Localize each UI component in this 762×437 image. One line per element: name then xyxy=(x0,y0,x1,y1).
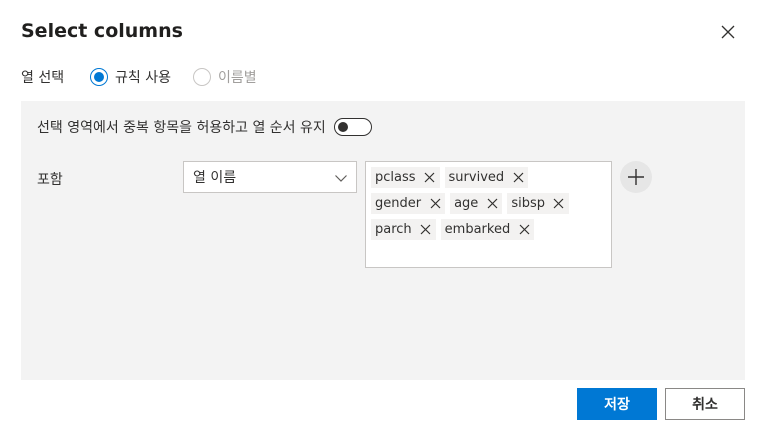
rules-panel: 선택 영역에서 중복 항목을 허용하고 열 순서 유지 포함 열 이름 pcla… xyxy=(21,101,745,380)
remove-tag-button[interactable] xyxy=(512,172,524,184)
allow-duplicates-row: 선택 영역에서 중복 항목을 허용하고 열 순서 유지 xyxy=(37,117,372,137)
criteria-dropdown-value: 열 이름 xyxy=(193,170,237,186)
radio-button-by-name[interactable] xyxy=(192,68,211,86)
column-select-row: 열 선택 규칙 사용 이름별 xyxy=(21,66,279,88)
close-icon xyxy=(721,25,735,39)
tag-list: pclass survived gender age sibsp parch embarke… xyxy=(371,165,606,243)
column-tag-label: parch xyxy=(375,222,412,237)
column-tag: age xyxy=(450,193,503,214)
include-label: 포함 xyxy=(37,172,63,188)
close-icon xyxy=(424,172,435,183)
select-columns-dialog: Select columns 열 선택 규칙 사용 이름별 선택 영역에서 중복… xyxy=(0,0,762,437)
cancel-button[interactable]: 취소 xyxy=(665,388,745,420)
close-icon xyxy=(420,224,431,235)
add-rule-button[interactable] xyxy=(620,161,652,193)
column-tag: gender xyxy=(371,193,446,214)
allow-duplicates-label: 선택 영역에서 중복 항목을 허용하고 열 순서 유지 xyxy=(37,120,326,136)
chevron-down-icon xyxy=(335,175,347,182)
column-tag-label: survived xyxy=(448,170,505,185)
close-icon xyxy=(487,198,498,209)
column-tag-label: embarked xyxy=(444,222,511,237)
column-tag: parch xyxy=(371,219,436,240)
plus-icon xyxy=(628,169,644,185)
column-tag-label: age xyxy=(454,196,479,211)
radio-use-rules-label: 규칙 사용 xyxy=(115,70,171,86)
save-button[interactable]: 저장 xyxy=(577,388,657,420)
column-tag-label: sibsp xyxy=(511,196,545,211)
close-icon xyxy=(554,198,564,209)
remove-tag-button[interactable] xyxy=(486,198,498,210)
remove-tag-button[interactable] xyxy=(518,224,530,236)
remove-tag-button[interactable] xyxy=(553,198,565,210)
remove-tag-button[interactable] xyxy=(424,172,436,184)
radio-use-rules[interactable]: 규칙 사용 xyxy=(90,67,171,87)
allow-duplicates-toggle[interactable] xyxy=(333,118,372,136)
criteria-dropdown[interactable]: 열 이름 xyxy=(183,161,357,193)
column-tag-picker[interactable]: pclass survived gender age sibsp parch embarke… xyxy=(365,161,612,268)
radio-by-name-label: 이름별 xyxy=(217,70,257,86)
radio-selected-dot xyxy=(94,72,104,82)
radio-by-name[interactable]: 이름별 xyxy=(192,67,257,87)
close-icon xyxy=(513,172,524,183)
column-tag-label: pclass xyxy=(375,170,416,185)
dialog-title: Select columns xyxy=(21,20,183,42)
column-tag-label: gender xyxy=(375,196,422,211)
column-tag: sibsp xyxy=(507,193,569,214)
toggle-knob xyxy=(337,122,348,132)
column-tag: survived xyxy=(444,167,529,188)
column-tag: pclass xyxy=(371,167,440,188)
radio-button-use-rules[interactable] xyxy=(90,68,108,86)
remove-tag-button[interactable] xyxy=(420,224,432,236)
close-icon xyxy=(430,198,441,209)
close-button[interactable] xyxy=(717,21,739,43)
column-select-label: 열 선택 xyxy=(21,70,65,86)
remove-tag-button[interactable] xyxy=(429,198,441,210)
column-tag: embarked xyxy=(440,219,535,240)
close-icon xyxy=(519,224,530,235)
